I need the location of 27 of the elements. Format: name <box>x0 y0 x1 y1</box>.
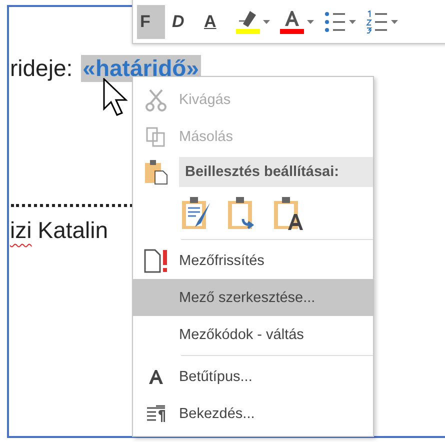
bullet-list-icon <box>324 10 346 34</box>
paragraph-icon <box>146 404 166 422</box>
numbered-list-icon <box>366 10 388 34</box>
clipboard-letter-icon <box>271 195 305 231</box>
paste-options-header: Beillesztés beállításai: <box>179 157 373 187</box>
menu-item[interactable]: Mezőkódok - váltás <box>133 316 373 353</box>
document-alert-icon <box>143 248 169 274</box>
font-icon <box>148 368 164 384</box>
menu-item[interactable]: Mező szerkesztése... <box>133 279 373 316</box>
field-label: rideje: <box>10 55 73 82</box>
menu-item[interactable]: Betűtípus... <box>133 358 373 395</box>
bold-button[interactable]: F <box>137 5 165 39</box>
mouse-pointer-icon <box>103 78 131 116</box>
menu-item[interactable]: Mezőfrissítés <box>133 242 373 279</box>
underline-button[interactable]: A <box>201 5 229 39</box>
copy-icon <box>145 126 167 148</box>
caret-icon <box>263 20 270 24</box>
caret-icon <box>391 20 398 24</box>
menu-item[interactable]: Bekezdés... <box>133 395 373 432</box>
italic-button[interactable]: D <box>169 5 197 39</box>
caret-icon <box>349 20 356 24</box>
keep-text-only-button[interactable] <box>271 195 305 231</box>
caret-icon <box>307 20 314 24</box>
clipboard-icon <box>144 159 168 185</box>
scissors-icon <box>145 88 167 112</box>
signer-name: izi <box>10 217 32 244</box>
signer-name: Katalin <box>38 217 108 244</box>
